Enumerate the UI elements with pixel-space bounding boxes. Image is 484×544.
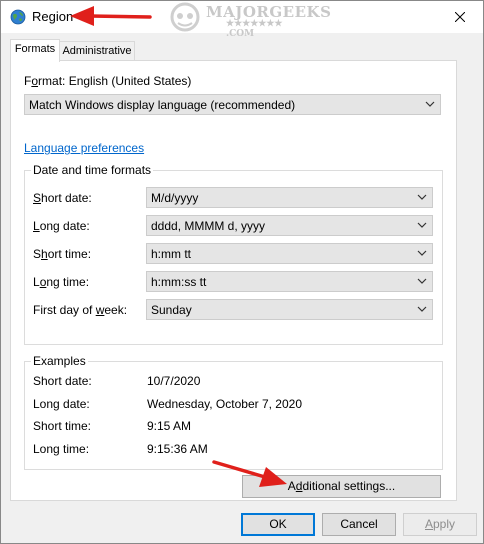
annotation-arrow-title (70, 6, 152, 26)
annotation-arrow-additional-settings (212, 460, 287, 487)
tab-formats-label: Formats (14, 43, 56, 55)
annotation-arrows (70, 6, 287, 487)
tab-formats[interactable]: Formats (10, 39, 60, 62)
